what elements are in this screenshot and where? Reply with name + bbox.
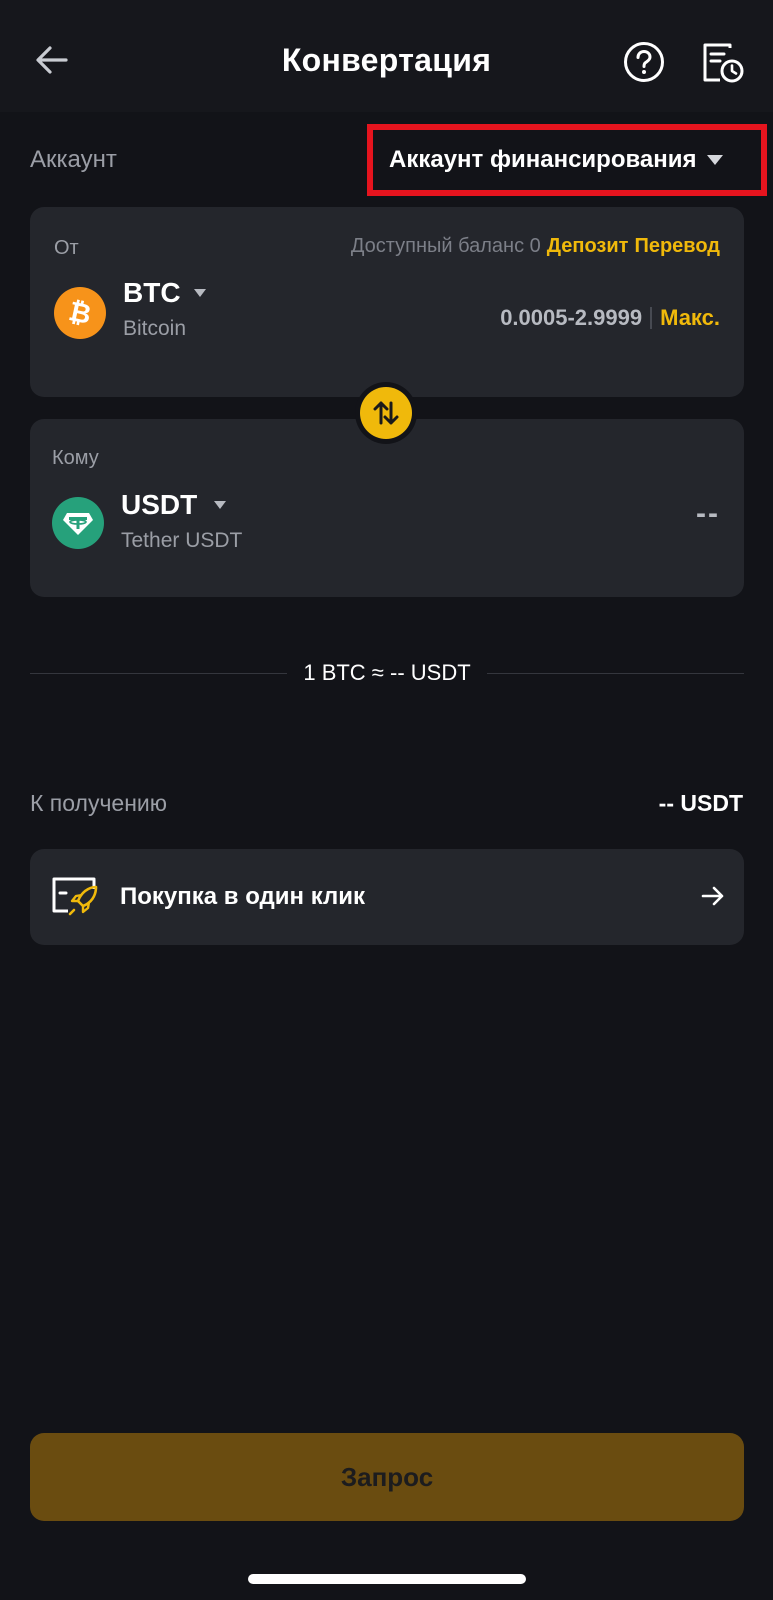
divider: [650, 307, 653, 329]
request-quote-button[interactable]: Запрос: [30, 1433, 744, 1521]
question-circle-icon: [624, 42, 664, 82]
swap-button[interactable]: [355, 382, 417, 444]
order-history-icon: [703, 43, 744, 83]
caret-down-icon: [706, 155, 723, 165]
from-label: От: [54, 237, 79, 259]
one-click-buy-label: Покупка в один клик: [120, 883, 366, 910]
exchange-rate: 1 BTC ≈ -- USDT: [30, 655, 744, 691]
balance-row: Доступный баланс 0 Депозит Перевод: [351, 235, 720, 258]
swap-icon: [360, 387, 412, 439]
deposit-link[interactable]: Депозит: [547, 235, 629, 258]
arrow-right-icon: [701, 886, 724, 906]
divider: [486, 672, 744, 674]
from-coin-name: Bitcoin: [123, 317, 187, 340]
order-history-button[interactable]: [700, 38, 746, 86]
caret-down-icon[interactable]: [214, 501, 226, 509]
bitcoin-icon: ₿: [54, 287, 106, 339]
account-dropdown[interactable]: Аккаунт финансирования: [367, 124, 767, 196]
to-coin-selector[interactable]: USDT: [121, 489, 197, 521]
svg-text:₿: ₿: [66, 296, 94, 330]
account-label: Аккаунт: [30, 146, 117, 173]
account-dropdown-value: Аккаунт финансирования: [389, 146, 697, 173]
amount-input[interactable]: 0.0005-2.9999 Макс.: [500, 305, 720, 331]
exchange-rate-text: 1 BTC ≈ -- USDT: [303, 660, 471, 685]
to-card: Кому USDT Tether USDT --: [30, 419, 744, 597]
amount-range-placeholder: 0.0005-2.9999: [500, 305, 643, 330]
to-label: Кому: [52, 447, 99, 469]
request-quote-label: Запрос: [340, 1461, 434, 1492]
to-coin-name: Tether USDT: [121, 529, 243, 552]
caret-down-icon[interactable]: [194, 289, 206, 297]
from-card: От Доступный баланс 0 Депозит Перевод ₿ …: [30, 207, 744, 397]
rocket-card-icon: [52, 877, 98, 916]
to-amount: --: [696, 497, 720, 530]
tether-icon: [52, 497, 104, 549]
top-bar: Конвертация: [0, 0, 773, 112]
transfer-link[interactable]: Перевод: [634, 235, 720, 258]
one-click-buy-button[interactable]: Покупка в один клик: [30, 849, 744, 945]
from-coin-selector[interactable]: BTC: [123, 277, 181, 309]
available-balance: Доступный баланс 0: [350, 235, 541, 257]
receive-label: К получению: [30, 790, 168, 816]
divider: [30, 672, 288, 674]
receive-value: -- USDT: [658, 790, 743, 816]
help-button[interactable]: [622, 40, 666, 84]
max-button[interactable]: Макс.: [660, 305, 720, 331]
home-indicator: [248, 1574, 526, 1584]
